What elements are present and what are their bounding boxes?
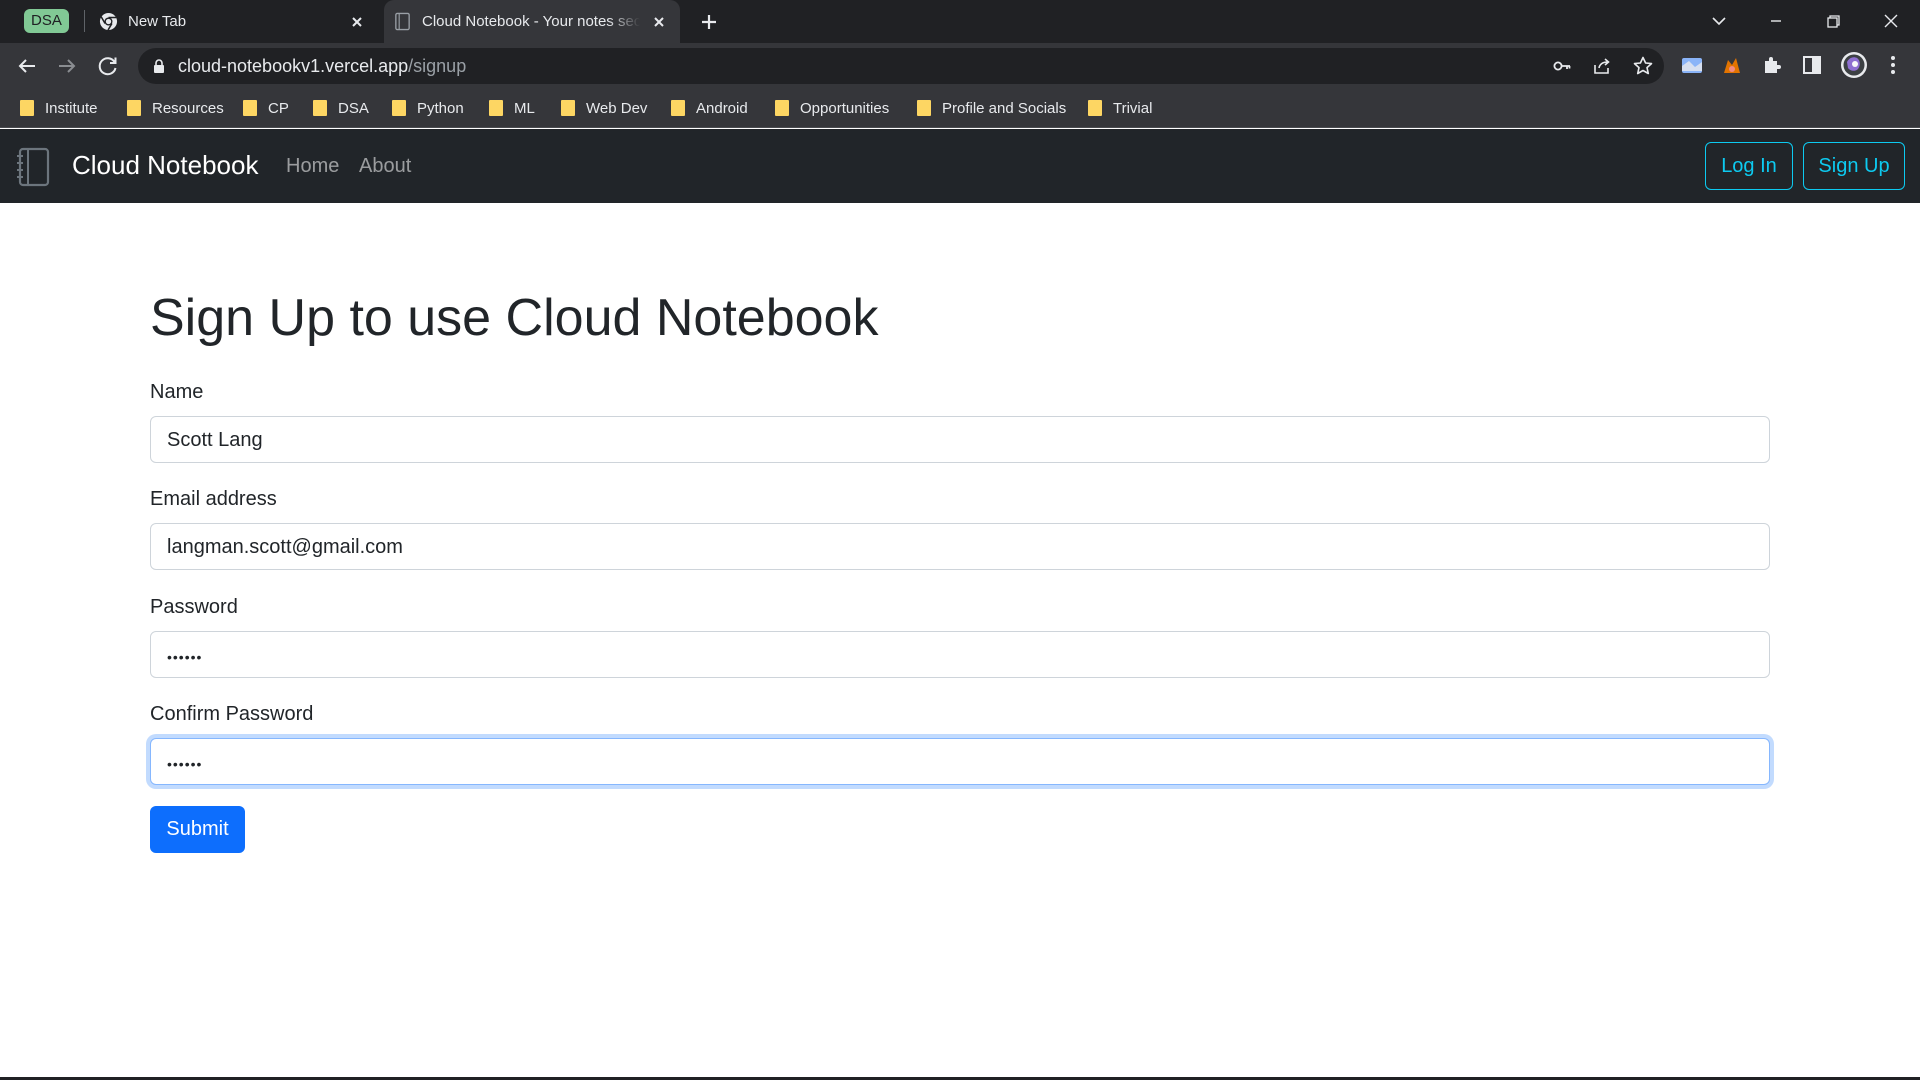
bookmark-label: Trivial (1113, 99, 1153, 117)
chrome-icon (99, 12, 118, 31)
bookmark-institute[interactable]: Institute (20, 96, 98, 120)
bookmark-label: Resources (152, 99, 224, 117)
folder-icon (671, 99, 685, 117)
confirm-password-label: Confirm Password (150, 703, 314, 725)
page-title: Sign Up to use Cloud Notebook (150, 289, 879, 347)
tab-title: Cloud Notebook - Your notes secured (422, 13, 640, 30)
bookmark-label: Web Dev (586, 99, 648, 117)
bookmark-dsa[interactable]: DSA (313, 96, 369, 120)
share-icon[interactable] (1591, 55, 1613, 77)
confirm-password-input-value: •••••• (167, 756, 203, 772)
password-label: Password (150, 596, 238, 618)
notebook-favicon-icon (393, 12, 412, 31)
email-label: Email address (150, 488, 277, 510)
password-input[interactable]: •••••• (150, 631, 1770, 678)
extensions-puzzle-icon[interactable] (1759, 52, 1785, 78)
bookmark-profile-and-socials[interactable]: Profile and Socials (917, 96, 1066, 120)
app-navbar: Cloud Notebook Home About Log In Sign Up (0, 129, 1920, 203)
bookmark-label: Android (696, 99, 748, 117)
bookmark-python[interactable]: Python (392, 96, 464, 120)
minimize-icon[interactable] (1761, 6, 1791, 36)
bookmark-label: Python (417, 99, 464, 117)
password-input-value: •••••• (167, 649, 203, 665)
tab-search-chevron-icon[interactable] (1704, 6, 1734, 36)
email-input-value: langman.scott@gmail.com (167, 536, 403, 558)
url-text[interactable]: cloud-notebookv1.vercel.app/signup (178, 56, 466, 76)
browser-tab-strip: DSA New Tab Cloud Notebook - Your notes … (0, 0, 1920, 43)
folder-icon (1088, 99, 1102, 117)
brand-link[interactable]: Cloud Notebook (72, 148, 258, 182)
bookmark-label: CP (268, 99, 289, 117)
folder-icon (20, 99, 34, 117)
bookmark-resources[interactable]: Resources (127, 96, 224, 120)
folder-icon (127, 99, 141, 117)
bookmark-star-icon[interactable] (1632, 55, 1654, 77)
tab-group-divider (84, 10, 85, 32)
close-tab-icon[interactable] (346, 11, 368, 33)
folder-icon (561, 99, 575, 117)
browser-toolbar: cloud-notebookv1.vercel.app/signup (0, 43, 1920, 88)
key-icon[interactable] (1551, 55, 1573, 77)
url-host: cloud-notebookv1.vercel.app (178, 56, 409, 76)
lock-icon[interactable] (150, 57, 168, 75)
bookmark-label: DSA (338, 99, 369, 117)
email-input[interactable]: langman.scott@gmail.com (150, 523, 1770, 570)
forward-arrow-icon[interactable] (52, 51, 82, 81)
bookmark-ml[interactable]: ML (489, 96, 535, 120)
name-input[interactable]: Scott Lang (150, 416, 1770, 463)
back-arrow-icon[interactable] (12, 51, 42, 81)
folder-icon (392, 99, 406, 117)
profile-avatar-icon[interactable] (1839, 50, 1869, 80)
bookmark-trivial[interactable]: Trivial (1088, 96, 1152, 120)
side-panel-icon[interactable] (1799, 52, 1825, 78)
folder-icon (917, 99, 931, 117)
name-input-value: Scott Lang (167, 429, 263, 451)
notebook-logo-icon[interactable] (17, 147, 51, 187)
bookmark-label: Opportunities (800, 99, 890, 117)
login-button[interactable]: Log In (1705, 142, 1793, 190)
bookmark-opportunities[interactable]: Opportunities (775, 96, 889, 120)
close-tab-icon[interactable] (648, 11, 670, 33)
bookmark-cp[interactable]: CP (243, 96, 289, 120)
bookmark-label: Profile and Socials (942, 99, 1067, 117)
extension-animal-icon[interactable] (1719, 52, 1745, 78)
restore-window-icon[interactable] (1818, 6, 1848, 36)
folder-icon (243, 99, 257, 117)
nav-link-home[interactable]: Home (286, 154, 339, 178)
bookmark-web-dev[interactable]: Web Dev (561, 96, 647, 120)
bookmark-android[interactable]: Android (671, 96, 748, 120)
kebab-menu-icon[interactable] (1880, 52, 1906, 78)
new-tab-plus-icon[interactable] (696, 9, 722, 35)
folder-icon (489, 99, 503, 117)
confirm-password-input[interactable]: •••••• (150, 738, 1770, 785)
tab-new-tab[interactable]: New Tab (90, 0, 378, 43)
close-window-icon[interactable] (1876, 6, 1906, 36)
submit-button[interactable]: Submit (150, 806, 245, 853)
reload-icon[interactable] (93, 51, 123, 81)
folder-icon (775, 99, 789, 117)
bookmark-label: Institute (45, 99, 98, 117)
tab-group-chip[interactable]: DSA (24, 9, 69, 33)
name-label: Name (150, 381, 204, 403)
folder-icon (313, 99, 327, 117)
tab-cloud-notebook[interactable]: Cloud Notebook - Your notes secured (384, 0, 680, 43)
nav-link-about[interactable]: About (359, 154, 411, 178)
bookmarks-bar: Institute Resources CP DSA Python ML Web… (0, 88, 1920, 128)
signup-button[interactable]: Sign Up (1803, 142, 1905, 190)
extension-colorful-icon[interactable] (1679, 52, 1705, 78)
address-bar[interactable]: cloud-notebookv1.vercel.app/signup (138, 48, 1664, 84)
tab-title: New Tab (128, 13, 187, 30)
bookmark-label: ML (514, 99, 535, 117)
url-path: /signup (408, 56, 467, 76)
